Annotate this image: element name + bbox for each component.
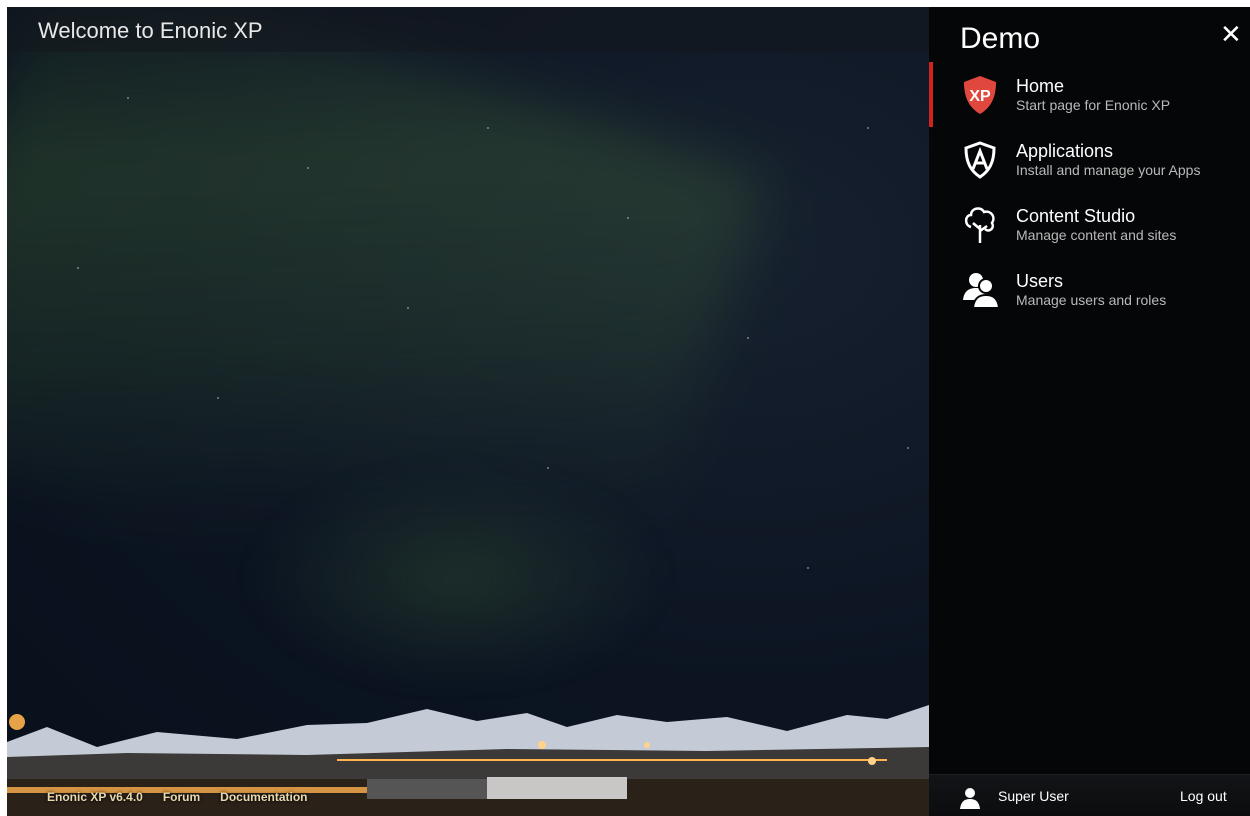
launcher-panel: Demo ✕ XP Home Start page for Enonic XP … [929, 7, 1250, 816]
page-title: Welcome to Enonic XP [38, 18, 263, 43]
applications-icon [964, 141, 996, 179]
background-aurora-lower [247, 467, 667, 687]
close-icon[interactable]: ✕ [1220, 19, 1242, 50]
launcher-menu: XP Home Start page for Enonic XP Applica… [929, 62, 1250, 322]
launcher-item-label: Content Studio [1016, 206, 1136, 226]
footer-links: Enonic XP v6.4.0 Forum Documentation [47, 790, 308, 804]
svg-text:XP: XP [969, 88, 991, 105]
launcher-title: Demo [960, 22, 1041, 55]
welcome-screen: Welcome to Enonic XP Enonic XP v6.4.0 Fo… [7, 7, 1250, 816]
launcher-item-description: Manage users and roles [1016, 292, 1167, 308]
launcher-item-label: Applications [1016, 141, 1114, 161]
users-icon [963, 273, 999, 309]
footer-forum-link[interactable]: Forum [163, 790, 200, 804]
user-icon [960, 788, 980, 809]
launcher-item-applications[interactable]: Applications Install and manage your App… [929, 127, 1250, 192]
user-name: Super User [998, 788, 1069, 804]
footer-version-link[interactable]: Enonic XP v6.4.0 [47, 790, 143, 804]
footer-documentation-link[interactable]: Documentation [220, 790, 307, 804]
launcher-item-home[interactable]: XP Home Start page for Enonic XP [929, 62, 1250, 127]
xp-logo-icon: XP [964, 76, 996, 114]
launcher-item-content-studio[interactable]: Content Studio Manage content and sites [929, 192, 1250, 257]
logout-button[interactable]: Log out [1180, 788, 1227, 804]
content-studio-tree-icon [964, 207, 995, 243]
header-bar: Welcome to Enonic XP [7, 7, 929, 52]
launcher-item-description: Start page for Enonic XP [1016, 97, 1171, 113]
user-bar: Super User Log out [929, 774, 1250, 816]
launcher-item-description: Install and manage your Apps [1016, 162, 1201, 178]
launcher-item-users[interactable]: Users Manage users and roles [929, 257, 1250, 322]
launcher-item-label: Home [1016, 76, 1065, 96]
launcher-item-description: Manage content and sites [1016, 227, 1177, 243]
launcher-item-label: Users [1016, 271, 1064, 291]
